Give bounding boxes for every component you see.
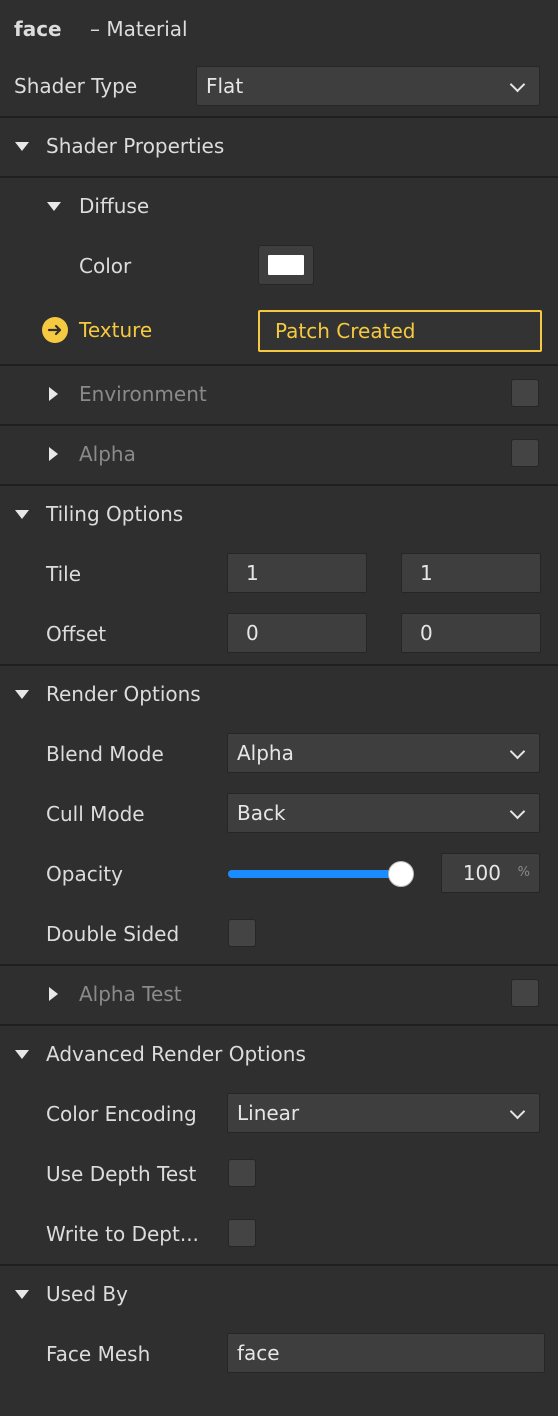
blend-mode-dropdown[interactable]: Alpha xyxy=(227,733,540,773)
panel-header: face – Material xyxy=(0,0,558,60)
section-header-tiling-options[interactable]: Tiling Options xyxy=(0,484,558,544)
offset-v-input[interactable]: 0 xyxy=(401,613,541,653)
offset-row: Offset 0 0 xyxy=(0,604,558,664)
offset-u-value: 0 xyxy=(246,621,259,645)
face-mesh-row: Face Mesh face xyxy=(0,1324,558,1384)
alpha-checkbox[interactable] xyxy=(511,439,539,467)
alpha-test-checkbox[interactable] xyxy=(511,979,539,1007)
face-mesh-value: face xyxy=(237,1341,280,1365)
tile-u-input[interactable]: 1 xyxy=(227,553,367,593)
collapse-triangle-icon xyxy=(15,510,29,519)
section-header-render-options[interactable]: Render Options xyxy=(0,664,558,724)
chevron-down-icon xyxy=(509,76,526,93)
tile-v-input[interactable]: 1 xyxy=(401,553,541,593)
double-sided-label: Double Sided xyxy=(46,922,180,946)
shader-type-row: Shader Type Flat xyxy=(0,56,558,116)
cull-mode-label: Cull Mode xyxy=(46,802,145,826)
material-type: – Material xyxy=(90,17,188,41)
tile-label: Tile xyxy=(46,562,82,586)
expand-triangle-icon xyxy=(49,987,58,1001)
color-encoding-label: Color Encoding xyxy=(46,1102,197,1126)
section-title: Advanced Render Options xyxy=(46,1042,306,1066)
environment-checkbox[interactable] xyxy=(511,379,539,407)
tile-v-value: 1 xyxy=(420,561,433,585)
collapse-triangle-icon xyxy=(15,142,29,151)
subsection-header-alpha-test[interactable]: Alpha Test xyxy=(0,964,558,1024)
cull-mode-value: Back xyxy=(237,801,286,825)
subsection-title: Environment xyxy=(79,382,207,406)
use-depth-test-row: Use Depth Test xyxy=(0,1144,558,1204)
chevron-down-icon xyxy=(509,803,526,820)
double-sided-row: Double Sided xyxy=(0,904,558,964)
expand-triangle-icon xyxy=(49,447,58,461)
arrow-right-circle-icon[interactable] xyxy=(42,317,68,343)
subsection-title: Alpha Test xyxy=(79,982,182,1006)
write-to-depth-row: Write to Dept... xyxy=(0,1204,558,1264)
subsection-title: Diffuse xyxy=(79,194,150,218)
write-to-depth-label: Write to Dept... xyxy=(46,1222,199,1246)
collapse-triangle-icon xyxy=(15,690,29,699)
collapse-triangle-icon xyxy=(15,1050,29,1059)
face-mesh-label: Face Mesh xyxy=(46,1342,151,1366)
section-header-used-by[interactable]: Used By xyxy=(0,1264,558,1324)
opacity-input[interactable]: 100 % xyxy=(441,853,540,893)
color-swatch-fill xyxy=(268,255,304,275)
diffuse-texture-row: Texture Patch Created xyxy=(0,300,558,360)
subsection-title: Alpha xyxy=(79,442,136,466)
texture-patch-field[interactable]: Patch Created xyxy=(258,310,542,352)
color-swatch[interactable] xyxy=(258,245,314,285)
use-depth-test-checkbox[interactable] xyxy=(228,1159,256,1187)
texture-value: Patch Created xyxy=(275,319,416,343)
subsection-header-environment[interactable]: Environment xyxy=(0,364,558,424)
section-header-shader-properties[interactable]: Shader Properties xyxy=(0,116,558,176)
expand-triangle-icon xyxy=(49,387,58,401)
section-title: Shader Properties xyxy=(46,134,225,158)
subsection-header-diffuse[interactable]: Diffuse xyxy=(0,176,558,236)
material-name: face xyxy=(14,17,62,41)
color-encoding-row: Color Encoding Linear xyxy=(0,1084,558,1144)
collapse-triangle-icon xyxy=(15,1290,29,1299)
collapse-triangle-icon xyxy=(47,202,61,211)
chevron-down-icon xyxy=(509,743,526,760)
shader-type-label: Shader Type xyxy=(14,74,138,98)
opacity-value: 100 xyxy=(462,861,501,885)
diffuse-color-row: Color xyxy=(0,236,558,296)
cull-mode-dropdown[interactable]: Back xyxy=(227,793,540,833)
write-to-depth-checkbox[interactable] xyxy=(228,1219,256,1247)
section-header-advanced-render-options[interactable]: Advanced Render Options xyxy=(0,1024,558,1084)
texture-label: Texture xyxy=(79,318,153,342)
double-sided-checkbox[interactable] xyxy=(228,919,256,947)
blend-mode-row: Blend Mode Alpha xyxy=(0,724,558,784)
chevron-down-icon xyxy=(509,1103,526,1120)
opacity-slider-thumb[interactable] xyxy=(388,861,414,887)
section-title: Tiling Options xyxy=(46,502,184,526)
subsection-header-alpha[interactable]: Alpha xyxy=(0,424,558,484)
offset-u-input[interactable]: 0 xyxy=(227,613,367,653)
face-mesh-link[interactable]: face xyxy=(227,1333,545,1373)
cull-mode-row: Cull Mode Back xyxy=(0,784,558,844)
color-encoding-value: Linear xyxy=(237,1101,300,1125)
opacity-slider-fill xyxy=(228,870,414,878)
shader-type-dropdown[interactable]: Flat xyxy=(196,66,540,106)
blend-mode-label: Blend Mode xyxy=(46,742,164,766)
blend-mode-value: Alpha xyxy=(237,741,294,765)
opacity-unit: % xyxy=(517,865,530,880)
opacity-label: Opacity xyxy=(46,862,123,886)
opacity-slider[interactable] xyxy=(228,861,414,887)
color-label: Color xyxy=(79,254,132,278)
offset-label: Offset xyxy=(46,622,107,646)
tile-row: Tile 1 1 xyxy=(0,544,558,604)
use-depth-test-label: Use Depth Test xyxy=(46,1162,197,1186)
section-title: Used By xyxy=(46,1282,128,1306)
section-title: Render Options xyxy=(46,682,201,706)
tile-u-value: 1 xyxy=(246,561,259,585)
shader-type-value: Flat xyxy=(206,74,244,98)
color-encoding-dropdown[interactable]: Linear xyxy=(227,1093,540,1133)
opacity-row: Opacity 100 % xyxy=(0,844,558,904)
offset-v-value: 0 xyxy=(420,621,433,645)
